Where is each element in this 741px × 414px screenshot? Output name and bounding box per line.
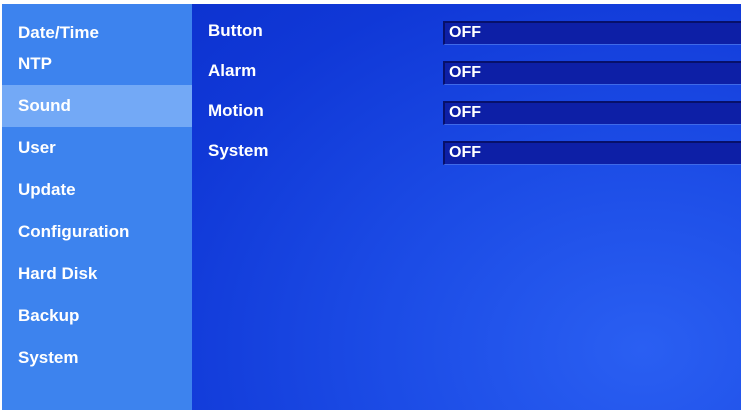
sidebar-item-backup[interactable]: Backup (2, 295, 192, 337)
sound-settings-panel: Button OFF Alarm OFF Motion OFF System O… (192, 4, 741, 410)
setting-row-motion: Motion OFF (192, 99, 741, 125)
setting-label: Alarm (208, 61, 257, 80)
setting-row-button: Button OFF (192, 19, 741, 45)
setting-row-system: System OFF (192, 139, 741, 165)
sidebar-item-sound[interactable]: Sound (2, 85, 192, 127)
system-sound-select[interactable]: OFF (443, 141, 741, 165)
settings-screen: Date/Time NTP Sound User Update Configur… (2, 4, 741, 410)
sidebar-item-system[interactable]: System (2, 337, 192, 379)
settings-sidebar: Date/Time NTP Sound User Update Configur… (2, 4, 192, 410)
sidebar-item-date-time[interactable]: Date/Time (2, 4, 192, 43)
setting-label: Motion (208, 101, 264, 120)
setting-row-alarm: Alarm OFF (192, 59, 741, 85)
setting-label: Button (208, 21, 263, 40)
alarm-sound-select[interactable]: OFF (443, 61, 741, 85)
sidebar-item-ntp[interactable]: NTP (2, 43, 192, 85)
sidebar-item-update[interactable]: Update (2, 169, 192, 211)
button-sound-select[interactable]: OFF (443, 21, 741, 45)
sidebar-item-user[interactable]: User (2, 127, 192, 169)
setting-label: System (208, 141, 269, 160)
sidebar-item-hard-disk[interactable]: Hard Disk (2, 253, 192, 295)
sidebar-item-configuration[interactable]: Configuration (2, 211, 192, 253)
motion-sound-select[interactable]: OFF (443, 101, 741, 125)
